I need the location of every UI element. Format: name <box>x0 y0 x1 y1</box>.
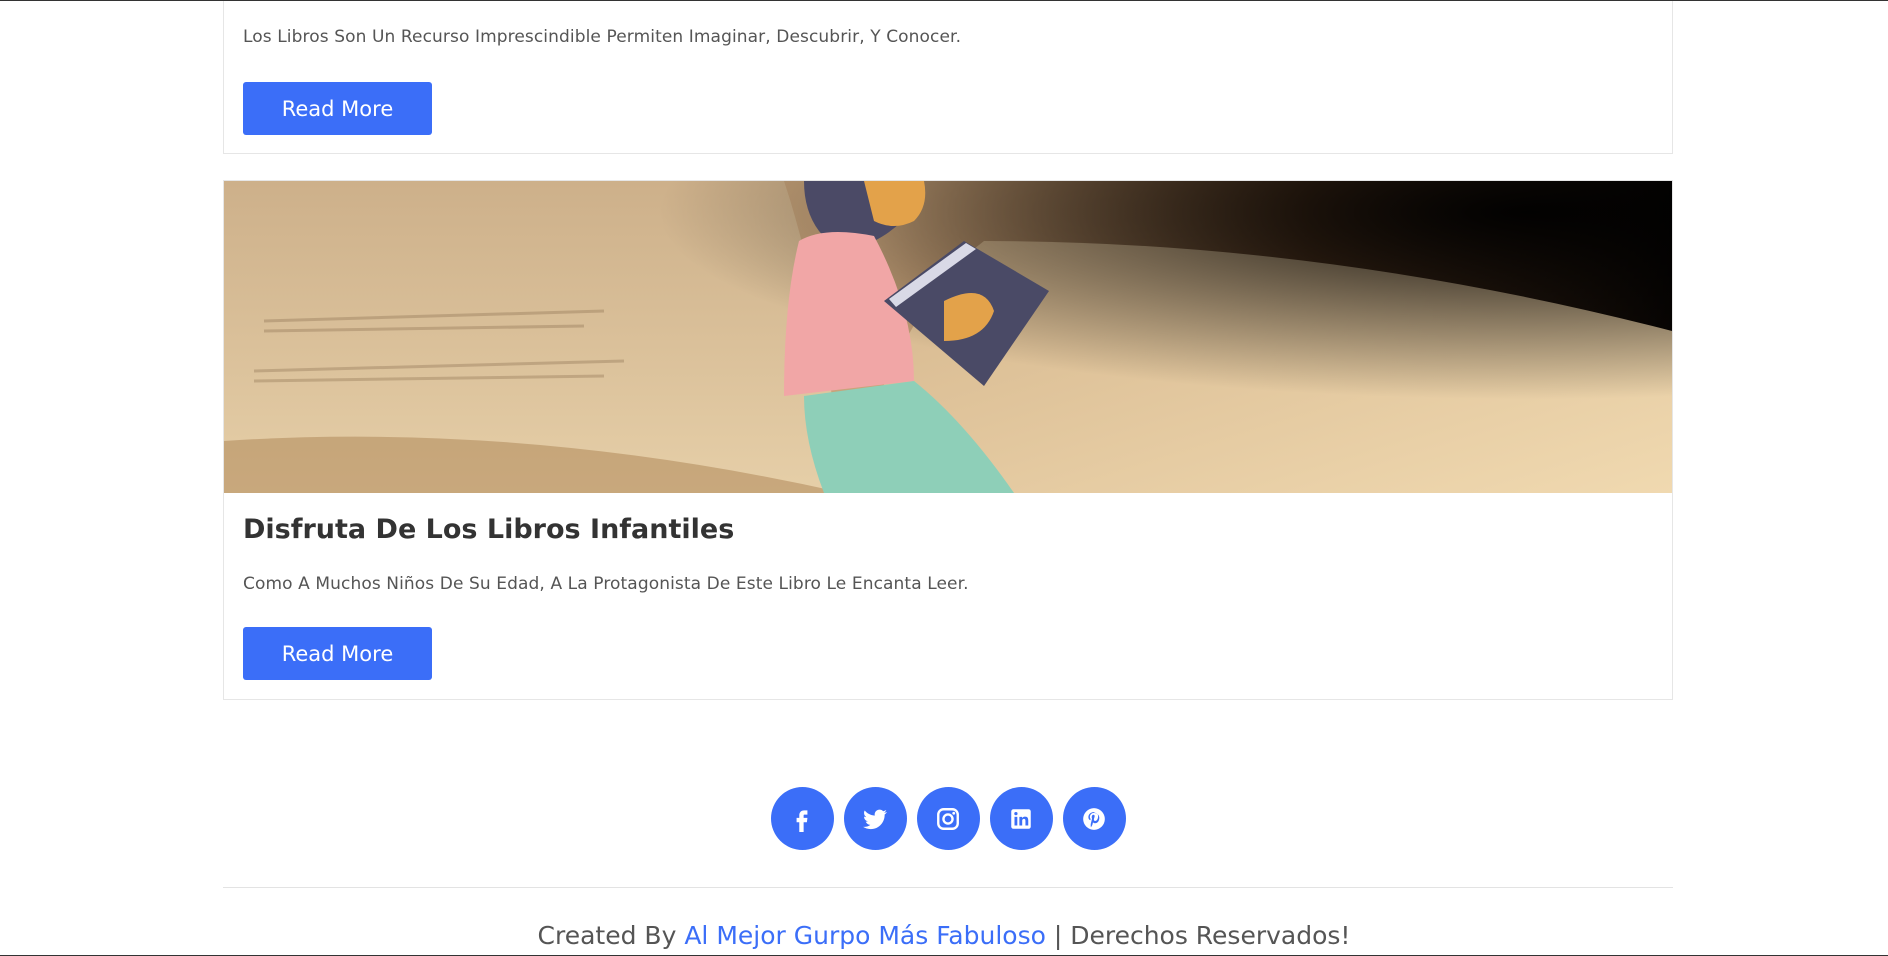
blog-card: Los Libros Son Un Recurso Imprescindible… <box>223 1 1673 154</box>
twitter-icon <box>863 809 887 829</box>
footer-prefix: Created By <box>537 921 685 950</box>
pinterest-link[interactable] <box>1062 787 1126 850</box>
footer-credits: Created By Al Mejor Gurpo Más Fabuloso |… <box>0 921 1888 950</box>
card-description: Como A Muchos Niños De Su Edad, A La Pro… <box>243 574 969 594</box>
page: Los Libros Son Un Recurso Imprescindible… <box>0 0 1888 956</box>
pinterest-icon <box>1083 807 1105 830</box>
card-image <box>224 181 1672 493</box>
instagram-link[interactable] <box>916 787 980 850</box>
footer-author-link[interactable]: Al Mejor Gurpo Más Fabuloso <box>684 921 1046 950</box>
read-more-button[interactable]: Read More <box>243 627 432 680</box>
open-book-reading-girl-image <box>224 181 1672 493</box>
linkedin-link[interactable] <box>989 787 1053 850</box>
read-more-button[interactable]: Read More <box>243 82 432 135</box>
card-title: Disfruta De Los Libros Infantiles <box>243 514 735 545</box>
social-links <box>4 787 1888 850</box>
instagram-icon <box>937 807 959 830</box>
footer-divider <box>223 887 1673 888</box>
linkedin-icon <box>1011 808 1031 829</box>
footer-suffix: | Derechos Reservados! <box>1045 921 1351 950</box>
blog-card: Disfruta De Los Libros Infantiles Como A… <box>223 180 1673 700</box>
twitter-link[interactable] <box>843 787 907 850</box>
facebook-link[interactable] <box>770 787 834 850</box>
facebook-icon <box>796 809 808 832</box>
card-description: Los Libros Son Un Recurso Imprescindible… <box>243 27 962 47</box>
